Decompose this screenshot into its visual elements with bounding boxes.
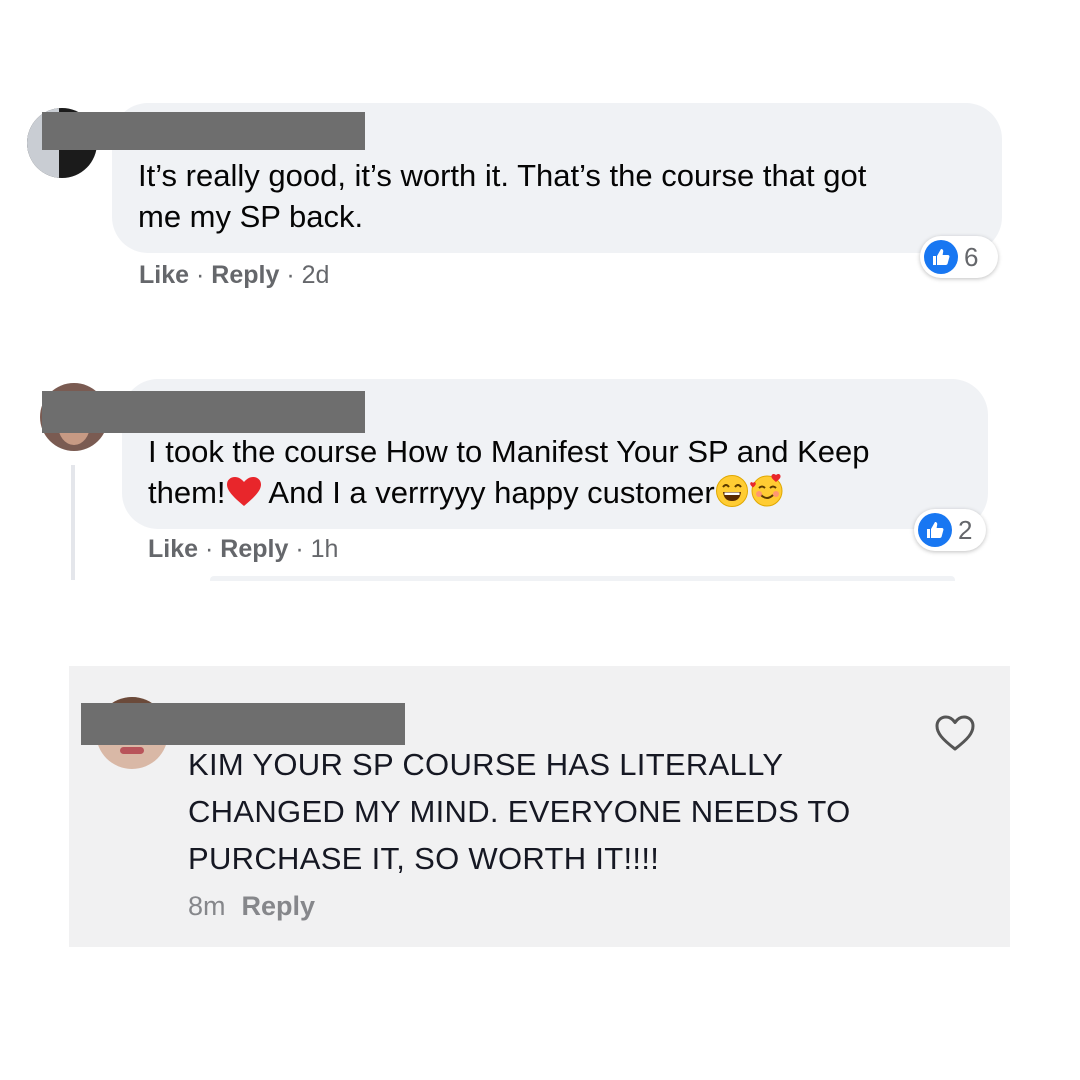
- timestamp: 8m: [188, 891, 226, 921]
- timestamp: 1h: [310, 535, 339, 563]
- reaction-count-badge[interactable]: 6: [920, 236, 998, 278]
- redacted-username: [81, 703, 405, 745]
- reaction-count-badge[interactable]: 2: [914, 509, 986, 551]
- like-link[interactable]: Like: [148, 535, 198, 563]
- next-comment-edge: [210, 576, 955, 581]
- comment-text: KIM YOUR SP COURSE HAS LITERALLY CHANGED…: [188, 747, 851, 876]
- like-link[interactable]: Like: [139, 261, 189, 289]
- reply-link[interactable]: Reply: [220, 535, 288, 563]
- reaction-count: 2: [958, 514, 973, 545]
- heart-outline-icon[interactable]: [933, 712, 977, 756]
- comment-text: It’s really good, it’s worth it. That’s …: [138, 158, 867, 234]
- smiling-face-with-hearts-icon: [749, 472, 785, 518]
- redacted-username: [42, 391, 365, 433]
- reply-link[interactable]: Reply: [211, 261, 279, 289]
- like-icon: [924, 240, 958, 274]
- reply-link[interactable]: Reply: [242, 891, 316, 921]
- comment-actions: Like · Reply · 2d: [139, 261, 330, 289]
- comment-text: I took the course How to Manifest Your S…: [148, 431, 978, 518]
- like-icon: [918, 513, 952, 547]
- grinning-face-icon: [715, 474, 749, 518]
- redacted-username: [42, 112, 365, 150]
- timestamp: 2d: [301, 261, 330, 289]
- comment-actions: 8m Reply: [188, 891, 315, 922]
- red-heart-icon: [226, 476, 262, 518]
- thread-line: [71, 465, 75, 580]
- reaction-count: 6: [964, 241, 979, 272]
- comment-actions: Like · Reply · 1h: [148, 535, 339, 563]
